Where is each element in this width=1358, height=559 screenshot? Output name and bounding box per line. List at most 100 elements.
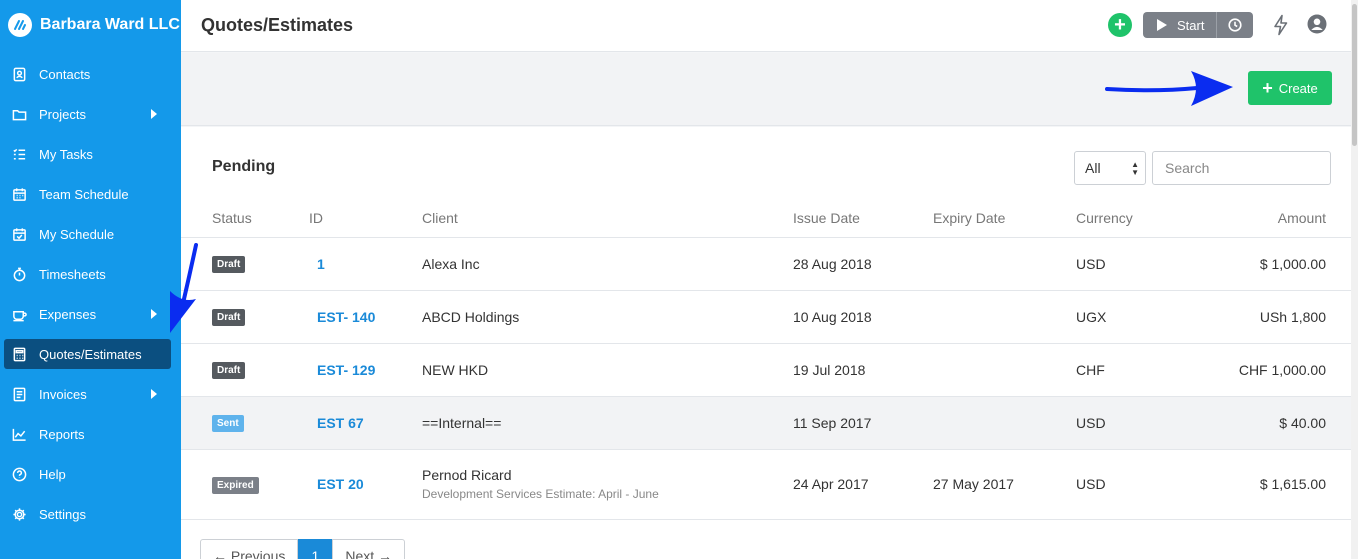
sidebar-item-label: My Schedule <box>39 226 115 242</box>
status-filter-value: All <box>1085 160 1101 176</box>
sidebar-item-label: Timesheets <box>39 266 106 282</box>
column-header-currency[interactable]: Currency <box>1076 199 1196 238</box>
timer-start-button[interactable]: Start <box>1143 12 1218 38</box>
sidebar-item-reports[interactable]: Reports <box>0 414 181 454</box>
sidebar-item-label: Quotes/Estimates <box>39 346 142 362</box>
expiry-date-cell <box>933 237 1076 291</box>
sidebar-item-my-tasks[interactable]: My Tasks <box>0 134 181 174</box>
table-row[interactable]: Expired EST 20 Pernod Ricard Development… <box>181 449 1351 520</box>
status-badge: Draft <box>212 309 246 326</box>
estimate-id-link[interactable]: EST- 140 <box>317 309 375 325</box>
column-header-id[interactable]: ID <box>309 199 422 238</box>
search-input[interactable] <box>1152 151 1331 185</box>
sidebar-item-label: Settings <box>39 506 86 522</box>
client-cell: ABCD Holdings <box>422 290 793 344</box>
sidebar-nav: Contacts Projects My Tasks Team Schedule… <box>0 54 181 534</box>
estimate-id-link[interactable]: 1 <box>317 256 325 272</box>
expiry-date-cell: 27 May 2017 <box>933 449 1076 520</box>
estimate-id-link[interactable]: EST 20 <box>317 476 364 492</box>
column-header-amount[interactable]: Amount <box>1196 199 1351 238</box>
currency-cell: USD <box>1076 396 1196 450</box>
column-header-status[interactable]: Status <box>181 199 309 238</box>
status-filter-select[interactable]: All ▲ ▼ <box>1074 151 1146 185</box>
client-cell: NEW HKD <box>422 343 793 397</box>
table-row[interactable]: Sent EST 67 ==Internal== 11 Sep 2017 USD… <box>181 396 1351 450</box>
sidebar-item-label: My Tasks <box>39 146 93 162</box>
amount-cell: CHF 1,000.00 <box>1196 343 1351 397</box>
table-header-row: Status ID Client Issue Date Expiry Date … <box>181 199 1351 238</box>
currency-cell: USD <box>1076 237 1196 291</box>
issue-date-cell: 24 Apr 2017 <box>793 449 933 520</box>
sidebar-item-label: Expenses <box>39 306 97 322</box>
expiry-date-cell <box>933 343 1076 397</box>
issue-date-cell: 19 Jul 2018 <box>793 343 933 397</box>
estimate-id-link[interactable]: EST- 129 <box>317 362 375 378</box>
brand-logo-icon <box>8 13 32 37</box>
caret-right-icon <box>151 309 157 319</box>
table-row[interactable]: Draft 1 Alexa Inc 28 Aug 2018 USD $ 1,00… <box>181 237 1351 291</box>
estimate-id-link[interactable]: EST 67 <box>317 415 364 431</box>
chart-icon <box>11 426 27 442</box>
section-title: Pending <box>212 158 276 175</box>
sidebar-item-timesheets[interactable]: Timesheets <box>0 254 181 294</box>
sidebar-item-help[interactable]: Help <box>0 454 181 494</box>
coffee-icon <box>11 306 27 322</box>
create-button[interactable]: + Create <box>1248 71 1332 105</box>
quick-add-button[interactable]: + <box>1108 13 1132 37</box>
brand[interactable]: Barbara Ward LLC <box>0 0 181 50</box>
topbar: Quotes/Estimates + Start <box>181 0 1358 52</box>
client-cell: Alexa Inc <box>422 237 793 291</box>
sidebar-item-label: Reports <box>39 426 85 442</box>
sidebar-item-label: Help <box>39 466 66 482</box>
amount-cell: $ 1,000.00 <box>1196 237 1351 291</box>
sidebar-item-label: Projects <box>39 106 86 122</box>
gear-icon <box>11 506 27 522</box>
column-header-expiry-date[interactable]: Expiry Date <box>933 199 1076 238</box>
tasks-icon <box>11 146 27 162</box>
quotes-panel: Pending All ▲▼ Status ID Client Issue Da… <box>181 127 1351 559</box>
status-badge: Expired <box>212 476 259 494</box>
sidebar-item-projects[interactable]: Projects <box>0 94 181 134</box>
timer-start-label: Start <box>1177 17 1205 33</box>
sidebar-item-invoices[interactable]: Invoices <box>0 374 181 414</box>
previous-page-button[interactable]: ← Previous <box>200 539 299 559</box>
issue-date-cell: 10 Aug 2018 <box>793 290 933 344</box>
annotation-arrow-right-icon <box>1105 71 1233 106</box>
table-row[interactable]: Draft EST- 140 ABCD Holdings 10 Aug 2018… <box>181 290 1351 344</box>
amount-cell: $ 40.00 <box>1196 396 1351 450</box>
status-badge: Sent <box>212 415 244 432</box>
sidebar-item-contacts[interactable]: Contacts <box>0 54 181 94</box>
folder-icon <box>11 106 27 122</box>
currency-cell: USD <box>1076 449 1196 520</box>
sidebar-item-team-schedule[interactable]: Team Schedule <box>0 174 181 214</box>
currency-cell: CHF <box>1076 343 1196 397</box>
sidebar-item-label: Invoices <box>39 386 87 402</box>
scrollbar-thumb[interactable] <box>1352 4 1357 146</box>
sidebar: Barbara Ward LLC Contacts Projects My Ta… <box>0 0 181 559</box>
timer-history-button[interactable] <box>1217 12 1253 38</box>
calculator-icon <box>11 346 27 362</box>
create-button-label: Create <box>1278 80 1318 96</box>
table-row[interactable]: Draft EST- 129 NEW HKD 19 Jul 2018 CHF C… <box>181 343 1351 397</box>
sidebar-item-quotes-estimates[interactable]: Quotes/Estimates <box>4 339 171 369</box>
column-header-client[interactable]: Client <box>422 199 793 238</box>
sidebar-item-expenses[interactable]: Expenses <box>0 294 181 334</box>
sidebar-item-my-schedule[interactable]: My Schedule <box>0 214 181 254</box>
caret-right-icon <box>151 389 157 399</box>
expiry-date-cell <box>933 396 1076 450</box>
next-page-button[interactable]: Next → <box>332 539 406 559</box>
column-header-issue-date[interactable]: Issue Date <box>793 199 933 238</box>
page-1-button[interactable]: 1 <box>298 539 333 559</box>
plus-icon: + <box>1262 78 1273 98</box>
client-name: Pernod Ricard <box>422 467 512 483</box>
stopwatch-icon <box>11 266 27 282</box>
sidebar-item-settings[interactable]: Settings <box>0 494 181 534</box>
status-badge: Draft <box>212 256 246 273</box>
client-cell: ==Internal== <box>422 396 793 450</box>
quotes-table: Status ID Client Issue Date Expiry Date … <box>181 199 1351 520</box>
help-icon <box>11 466 27 482</box>
calendar-check-icon <box>11 226 27 242</box>
caret-right-icon <box>151 109 157 119</box>
bolt-icon[interactable] <box>1272 14 1290 36</box>
user-account-icon[interactable] <box>1307 14 1327 34</box>
